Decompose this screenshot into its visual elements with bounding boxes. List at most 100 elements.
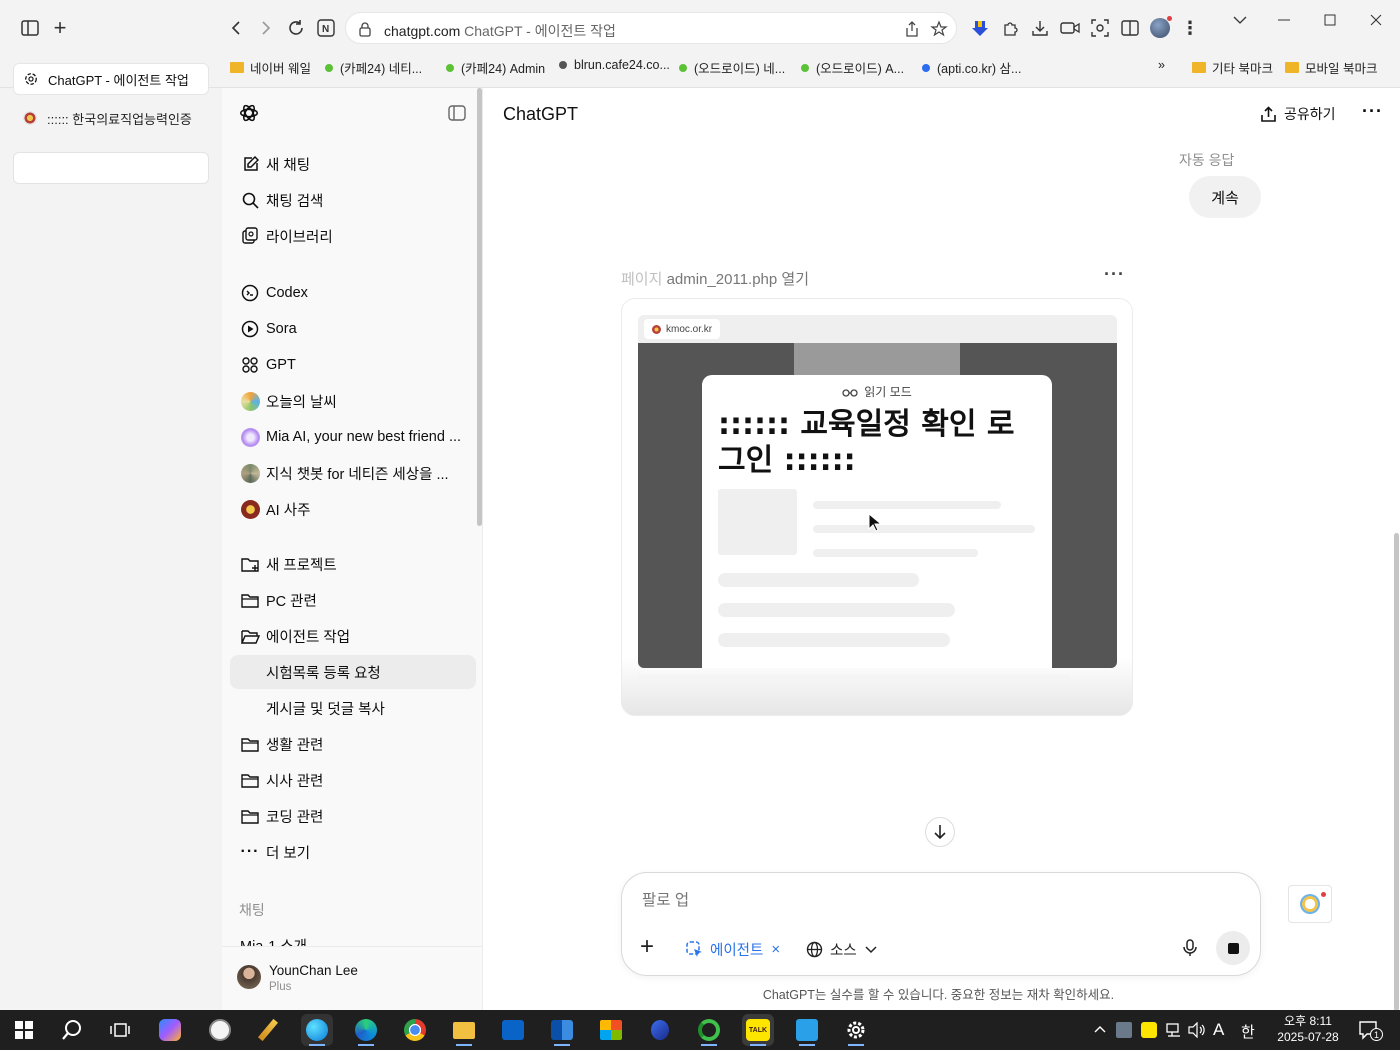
video-icon[interactable] [1058, 16, 1082, 40]
sidebar-item[interactable]: Mia AI, your new best friend ... [230, 420, 476, 454]
sidebar-item[interactable]: 새 프로젝트 [230, 547, 476, 581]
store-icon[interactable] [595, 1014, 627, 1046]
bookmark-item[interactable]: (apti.co.kr) 삼... [922, 58, 1021, 77]
sidebar-item[interactable]: 지식 챗봇 for 네티즌 세상을 ... [230, 456, 476, 490]
chrome-icon[interactable] [399, 1014, 431, 1046]
share-page-icon[interactable] [904, 20, 920, 43]
edge-icon[interactable] [350, 1014, 382, 1046]
source-chip[interactable]: 소스 [806, 939, 877, 960]
prompt-input[interactable] [642, 889, 1202, 913]
openai-logo-icon[interactable] [238, 102, 260, 129]
sidebar-item[interactable]: 채팅 검색 [230, 183, 476, 217]
stop-button[interactable] [1216, 931, 1250, 965]
clock-app-icon[interactable] [204, 1014, 236, 1046]
attach-plus-icon[interactable]: + [640, 935, 654, 959]
forward-icon[interactable] [254, 16, 278, 40]
reload-icon[interactable] [284, 16, 308, 40]
bookmark-item[interactable]: (오드로이드) 네... [679, 58, 785, 77]
sidebar-item[interactable]: 시험목록 등록 요청 [230, 655, 476, 689]
remove-agent-icon[interactable]: × [771, 941, 780, 958]
capture-icon[interactable] [1088, 16, 1112, 40]
network-icon[interactable] [1166, 1022, 1182, 1043]
copilot-icon[interactable] [154, 1014, 186, 1046]
file-explorer-icon[interactable] [448, 1014, 480, 1046]
notification-icon[interactable]: 1 [1358, 1020, 1383, 1045]
sidebar-item[interactable]: 라이브러리 [230, 219, 476, 253]
outlook-classic-icon[interactable] [546, 1014, 578, 1046]
tab-kmoc[interactable]: :::::: 한국의료직업능력인증 [13, 102, 209, 134]
volume-icon[interactable] [1188, 1021, 1206, 1043]
minimize-icon[interactable] [1272, 8, 1296, 32]
model-title[interactable]: ChatGPT [503, 104, 578, 125]
bookmark-item[interactable]: (카페24) 네티... [325, 58, 422, 77]
sidebar-item[interactable]: AI 사주 [230, 492, 476, 526]
site-info-icon[interactable] [358, 21, 372, 42]
sidebar-item[interactable]: 생활 관련 [230, 727, 476, 761]
sync-app-icon[interactable] [693, 1014, 725, 1046]
bookmark-item[interactable]: 네이버 웨일 [230, 58, 311, 77]
sidebar-item[interactable]: GPT [230, 348, 476, 382]
start-button[interactable] [8, 1014, 40, 1046]
outlook-icon[interactable] [497, 1014, 529, 1046]
page-n-icon[interactable]: N [314, 16, 338, 40]
extensions-icon[interactable] [998, 16, 1022, 40]
profile-avatar[interactable] [1148, 16, 1172, 40]
main-scrollbar-thumb[interactable] [1394, 533, 1399, 1011]
microphone-icon[interactable] [1183, 939, 1197, 962]
bookmark-folder-other[interactable]: 기타 북마크 [1192, 58, 1273, 77]
downloads-icon[interactable] [1028, 16, 1052, 40]
tray-kakaotalk-icon[interactable] [1141, 1022, 1157, 1038]
input-language-indicator[interactable]: A [1213, 1020, 1224, 1040]
split-view-icon[interactable] [1118, 16, 1142, 40]
sidebar-item[interactable]: 시사 관련 [230, 763, 476, 797]
bookmark-star-icon[interactable] [930, 20, 948, 43]
sidebar-item[interactable]: 코딩 관련 [230, 799, 476, 833]
share-button[interactable]: 공유하기 [1260, 104, 1336, 124]
tab-chatgpt[interactable]: ChatGPT - 에이전트 작업 [13, 63, 209, 95]
extension-download-icon[interactable] [968, 16, 992, 40]
sidebar-item[interactable]: ··· 더 보기 [230, 835, 476, 869]
sidebar-item[interactable]: Codex [230, 276, 476, 310]
bookmarks-more[interactable]: » [1158, 58, 1165, 72]
tray-app-icon[interactable] [1116, 1022, 1132, 1038]
back-icon[interactable] [224, 16, 248, 40]
close-window-icon[interactable] [1364, 8, 1388, 32]
kakaotalk-icon[interactable]: TALK [742, 1014, 774, 1046]
address-bar[interactable]: chatgpt.com ChatGPT - 에이전트 작업 [345, 12, 957, 44]
tab-chatgpt[interactable] [13, 152, 209, 184]
sidebar-item[interactable]: 게시글 및 덧글 복사 [230, 691, 476, 725]
sidebar-item[interactable]: Sora [230, 312, 476, 346]
tab-search-chevron-icon[interactable] [1228, 8, 1252, 32]
bookmark-item[interactable]: (카페24) Admin [446, 58, 545, 77]
new-tab-icon[interactable]: + [48, 15, 72, 40]
sidebar-item[interactable]: 오늘의 날씨 [230, 384, 476, 418]
agent-chip[interactable]: 에이전트 × [686, 939, 780, 960]
sidebar-item[interactable]: 새 채팅 [230, 147, 476, 181]
hangul-app-icon[interactable] [791, 1014, 823, 1046]
task-view-icon[interactable] [104, 1014, 136, 1046]
pen-app-icon[interactable] [252, 1014, 284, 1046]
menu-kebab-icon[interactable]: ⋮ [1178, 16, 1202, 40]
sidebar-scrollbar-thumb[interactable] [477, 88, 482, 526]
settings-gear-icon[interactable] [840, 1014, 872, 1046]
sidebar-toggle-icon[interactable] [18, 16, 42, 40]
system-clock[interactable]: 오후 8:11 2025-07-28 [1268, 1013, 1348, 1045]
scroll-to-bottom-button[interactable] [925, 817, 955, 847]
floating-helper-button[interactable] [1288, 885, 1332, 923]
sidebar-item[interactable]: PC 관련 [230, 583, 476, 617]
sidebar-item[interactable]: 에이전트 작업 [230, 619, 476, 653]
bookmark-item[interactable]: (오드로이드) A... [801, 58, 904, 77]
bookmark-folder-mobile[interactable]: 모바일 북마크 [1285, 58, 1377, 77]
conversation-options-icon[interactable]: ··· [1362, 101, 1383, 122]
tray-chevron-up-icon[interactable] [1094, 1022, 1106, 1036]
search-icon[interactable] [56, 1014, 88, 1046]
close-sidebar-icon[interactable] [448, 105, 466, 126]
user-profile[interactable]: YounChan Lee Plus [222, 946, 482, 1010]
whale-browser-icon[interactable] [301, 1014, 333, 1046]
ime-mode-indicator[interactable]: 한 [1241, 1021, 1255, 1042]
agent-action-more-icon[interactable]: ··· [1104, 264, 1125, 285]
agent-browser-preview[interactable]: kmoc.or.kr 읽기 모드 :::::: 교육일정 확인 로그인 ::::… [621, 298, 1133, 716]
app-s-icon[interactable] [644, 1014, 676, 1046]
bookmark-item[interactable]: blrun.cafe24.co... [559, 58, 670, 72]
maximize-icon[interactable] [1318, 8, 1342, 32]
